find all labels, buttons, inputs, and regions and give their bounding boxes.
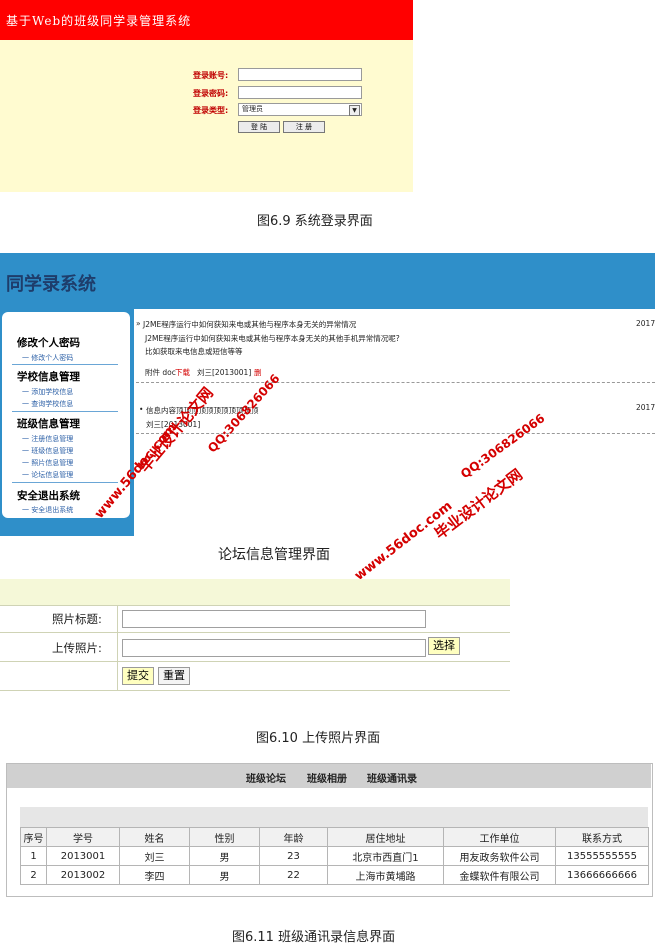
post-bullet-icon: • [139,405,144,414]
sidebar-item-query-school[interactable]: 一 查询学校信息 [22,399,73,409]
post-bullet-icon: » [136,319,141,328]
divider [12,364,118,365]
nav-class-addressbook[interactable]: 班级通讯录 [367,770,417,785]
divider [136,382,655,383]
table-cell: 13666666666 [555,865,649,885]
caption-fig610: 图6.10 上传照片界面 [256,731,381,746]
caption-forum: 论坛信息管理界面 [218,547,330,563]
post-content: 比如获取来电信息或短信等等 [145,347,243,356]
divider [0,661,510,662]
sidebar-item-class-info[interactable]: 一 班级信息管理 [22,446,73,456]
table-cell: 22 [259,865,328,885]
table-cell: 刘三 [119,846,190,866]
post-date: 2017- [636,319,655,328]
column-header: 年龄 [259,827,328,847]
login-button[interactable]: 登 陆 [238,121,280,133]
sidebar-item-logout[interactable]: 一 安全退出系统 [22,505,73,515]
upload-header-band [0,579,510,605]
photo-file-label: 上传照片: [52,641,102,655]
login-type-value: 管理员 [242,105,263,113]
account-label: 登录账号: [193,71,229,80]
password-label: 登录密码: [193,89,229,98]
forum-title: 同学录系统 [6,274,96,295]
table-cell: 男 [189,846,260,866]
login-type-label: 登录类型: [193,106,229,115]
table-cell: 男 [189,865,260,885]
sidebar-item-change-password[interactable]: 一 修改个人密码 [22,353,73,363]
column-header: 学号 [46,827,120,847]
column-header: 姓名 [119,827,190,847]
column-header: 工作单位 [443,827,556,847]
table-cell: 23 [259,846,328,866]
nav-class-album[interactable]: 班级相册 [307,770,347,785]
table-cell: 2013001 [46,846,120,866]
caption-fig611: 图6.11 班级通讯录信息界面 [232,930,396,945]
column-header: 序号 [20,827,47,847]
delete-link[interactable]: 删 [254,367,262,378]
photo-title-label: 照片标题: [52,612,102,626]
sidebar-heading-class: 班级信息管理 [17,418,80,430]
table-cell: 2013002 [46,865,120,885]
table-row: 2 2013002 李四 男 22 上海市黄埔路 金蝶软件有限公司 136666… [20,865,649,885]
divider [0,605,510,606]
table-cell: 13555555555 [555,846,649,866]
column-header: 居住地址 [327,827,444,847]
table-cell: 上海市黄埔路 [327,865,444,885]
table-header-row: 序号 学号 姓名 性别 年龄 居住地址 工作单位 联系方式 [20,827,649,847]
post-content: J2ME程序运行中如何获知来电或其他与程序本身无关的其他手机异常情况呢? [145,334,400,343]
login-title: 基于Web的班级同学录管理系统 [6,14,192,28]
sidebar-item-forum-info[interactable]: 一 论坛信息管理 [22,470,73,480]
table-cell: 2 [20,865,47,885]
chevron-down-icon[interactable]: ▼ [349,105,360,116]
sidebar-heading-logout: 安全退出系统 [17,490,80,502]
sidebar-item-photo-info[interactable]: 一 照片信息管理 [22,458,73,468]
post-date: 2017- [636,403,655,412]
reset-button[interactable]: 重置 [158,667,190,685]
submit-button[interactable]: 提交 [122,667,154,685]
column-header: 性别 [189,827,260,847]
register-button[interactable]: 注 册 [283,121,325,133]
column-header: 联系方式 [555,827,649,847]
sidebar-heading-school: 学校信息管理 [17,371,80,383]
table-cell: 李四 [119,865,190,885]
photo-file-input[interactable] [122,639,426,657]
post-title[interactable]: J2ME程序运行中如何获知来电或其他与程序本身无关的异常情况 [143,319,356,330]
password-input[interactable] [238,86,362,99]
sidebar-heading-password: 修改个人密码 [17,337,80,349]
sidebar-item-registration[interactable]: 一 注册信息管理 [22,434,73,444]
post-author: 刘三[2013001] [197,368,252,377]
table-cell: 用友政务软件公司 [443,846,556,866]
forum-header [0,253,655,309]
addressbook-table: 序号 学号 姓名 性别 年龄 居住地址 工作单位 联系方式 1 2013001 … [20,827,649,885]
divider [117,605,118,690]
divider [136,433,655,434]
divider [12,411,118,412]
table-cell: 1 [20,846,47,866]
login-type-select[interactable]: 管理员 ▼ [238,103,362,116]
addressbook-band [20,807,648,827]
divider [0,632,510,633]
account-input[interactable] [238,68,362,81]
table-cell: 金蝶软件有限公司 [443,865,556,885]
attachment-label: 附件 doc [145,368,176,377]
caption-fig69: 图6.9 系统登录界面 [257,214,373,229]
nav-class-forum[interactable]: 班级论坛 [246,770,286,785]
choose-file-button[interactable]: 选择 [428,637,460,655]
download-link[interactable]: 下载 [175,367,190,378]
divider [0,690,510,691]
table-cell: 北京市西直门1 [327,846,444,866]
photo-title-input[interactable] [122,610,426,628]
sidebar-item-add-school[interactable]: 一 添加学校信息 [22,387,73,397]
table-row: 1 2013001 刘三 男 23 北京市西直门1 用友政务软件公司 13555… [20,846,649,866]
divider [12,482,118,483]
